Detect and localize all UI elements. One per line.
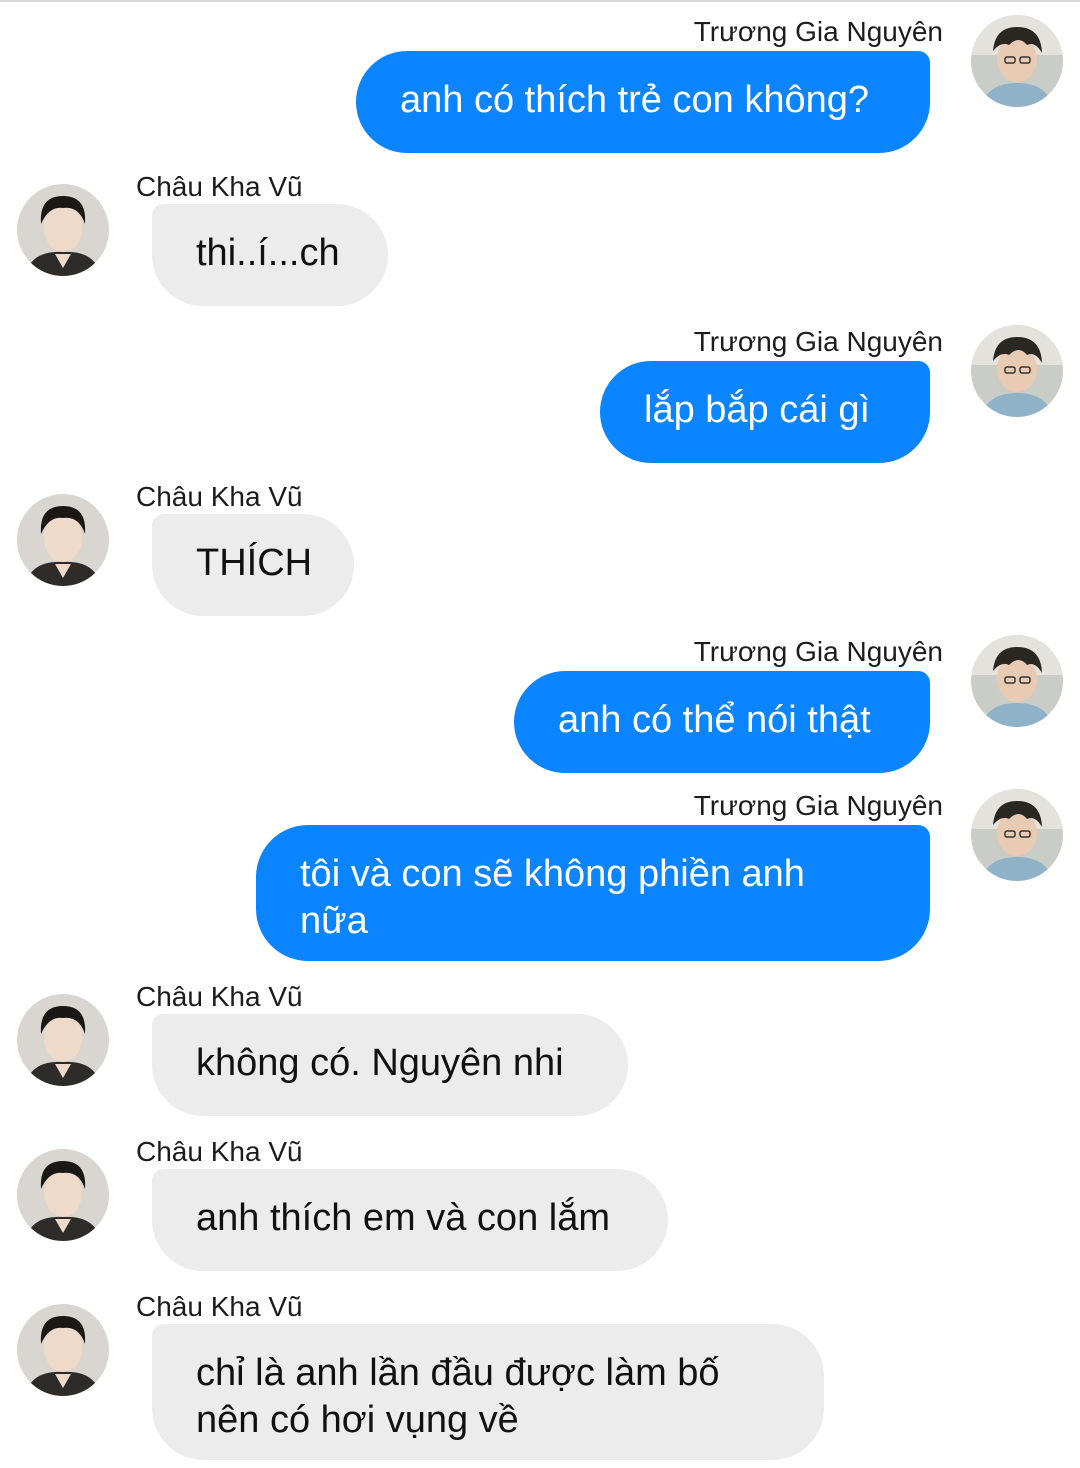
sender-name: Châu Kha Vũ	[136, 1291, 303, 1322]
chat-message: Châu Kha Vũ THÍCH	[0, 480, 1080, 620]
sender-name: Châu Kha Vũ	[136, 1136, 303, 1167]
sender-avatar[interactable]	[17, 1304, 109, 1396]
sender-avatar[interactable]	[17, 494, 109, 586]
incoming-message-bubble[interactable]: THÍCH	[152, 514, 354, 616]
avatar-photo-icon	[17, 184, 109, 276]
sender-avatar[interactable]	[971, 789, 1063, 881]
sender-avatar[interactable]	[17, 994, 109, 1086]
chat-message: Châu Kha Vũ chỉ là anh lần đầu được làm …	[0, 1290, 1080, 1468]
outgoing-message-bubble[interactable]: tôi và con sẽ không phiền anh nữa	[256, 825, 930, 961]
sender-name: Châu Kha Vũ	[136, 981, 303, 1012]
avatar-photo-icon	[17, 494, 109, 586]
avatar-photo-icon	[971, 15, 1063, 107]
sender-avatar[interactable]	[17, 1149, 109, 1241]
chat-message: Châu Kha Vũ thi..í...ch	[0, 170, 1080, 310]
incoming-message-bubble[interactable]: chỉ là anh lần đầu được làm bố nên có hơ…	[152, 1324, 824, 1460]
incoming-message-bubble[interactable]: thi..í...ch	[152, 204, 388, 306]
incoming-message-bubble[interactable]: không có. Nguyên nhi	[152, 1014, 628, 1116]
outgoing-message-bubble[interactable]: anh có thích trẻ con không?	[356, 51, 930, 153]
incoming-message-bubble[interactable]: anh thích em và con lắm	[152, 1169, 668, 1271]
sender-avatar[interactable]	[971, 325, 1063, 417]
outgoing-message-bubble[interactable]: lắp bắp cái gì	[600, 361, 930, 463]
chat-message: Châu Kha Vũ không có. Nguyên nhi	[0, 980, 1080, 1120]
chat-message: Trương Gia Nguyên anh có thể nói thật	[0, 622, 1080, 773]
avatar-photo-icon	[17, 1149, 109, 1241]
sender-avatar[interactable]	[971, 15, 1063, 107]
sender-name: Trương Gia Nguyên	[693, 636, 943, 667]
sender-name: Châu Kha Vũ	[136, 481, 303, 512]
chat-message: Trương Gia Nguyên lắp bắp cái gì	[0, 312, 1080, 463]
avatar-photo-icon	[971, 635, 1063, 727]
chat-message: Trương Gia Nguyên anh có thích trẻ con k…	[0, 2, 1080, 153]
sender-avatar[interactable]	[971, 635, 1063, 727]
avatar-photo-icon	[971, 325, 1063, 417]
sender-name: Châu Kha Vũ	[136, 171, 303, 202]
chat-message: Châu Kha Vũ anh thích em và con lắm	[0, 1135, 1080, 1275]
sender-name: Trương Gia Nguyên	[693, 790, 943, 821]
avatar-photo-icon	[971, 789, 1063, 881]
sender-name: Trương Gia Nguyên	[693, 326, 943, 357]
sender-avatar[interactable]	[17, 184, 109, 276]
avatar-photo-icon	[17, 994, 109, 1086]
sender-name: Trương Gia Nguyên	[693, 16, 943, 47]
avatar-photo-icon	[17, 1304, 109, 1396]
outgoing-message-bubble[interactable]: anh có thể nói thật	[514, 671, 930, 773]
chat-message: Trương Gia Nguyên tôi và con sẽ không ph…	[0, 776, 1080, 962]
